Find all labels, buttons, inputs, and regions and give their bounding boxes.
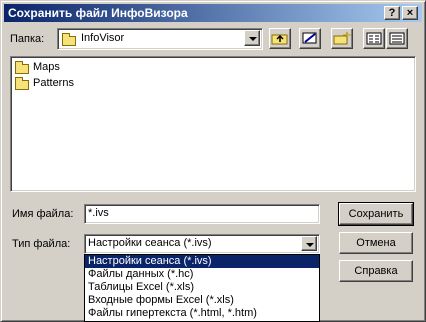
open-folder-icon [62,33,76,46]
folder-icon [15,77,29,90]
chevron-down-icon [306,243,314,247]
desktop-button[interactable] [299,28,321,49]
cancel-button[interactable]: Отмена [339,232,413,254]
filetype-dropdown-button[interactable] [301,236,317,251]
list-view-icon [366,32,382,45]
filetype-option[interactable]: Файлы данных (*.hc) [85,268,319,281]
filetype-options-list[interactable]: Настройки сеанса (*.ivs) Файлы данных (*… [84,254,320,322]
title-bar: Сохранить файл ИнфоВизора ? × [4,4,422,22]
filetype-selected: Настройки сеанса (*.ivs) [88,237,212,249]
chevron-down-icon [249,37,257,41]
filetype-label: Тип файла: [12,238,71,250]
help-title-button[interactable]: ? [384,6,400,20]
folder-icon [15,61,29,74]
filetype-option[interactable]: Входные формы Excel (*.xls) [85,294,319,307]
location-dropdown-button[interactable] [244,30,260,46]
details-view-icon [389,32,405,45]
close-button[interactable]: × [402,6,418,20]
desktop-icon [302,32,317,44]
window-title: Сохранить файл ИнфоВизора [8,6,188,20]
filetype-option[interactable]: Таблицы Excel (*.xls) [85,281,319,294]
save-button[interactable]: Сохранить [338,202,414,226]
details-view-button[interactable] [386,28,408,49]
new-folder-icon [333,31,351,45]
location-label: Папка: [10,33,44,45]
location-label-text: Папка: [10,33,45,45]
filetype-select[interactable]: Настройки сеанса (*.ivs) [84,234,320,254]
list-item-label: Patterns [33,77,74,89]
list-item-label: Maps [33,61,60,73]
up-folder-button[interactable] [269,28,291,49]
file-list[interactable]: Maps Patterns [10,56,416,192]
new-folder-button[interactable] [331,28,353,49]
list-view-button[interactable] [363,28,385,49]
filetype-option[interactable]: Файлы гипертекста (*.html, *.htm) [85,307,319,320]
filename-value: *.ivs [88,207,109,219]
filename-label: Имя файла: [12,208,74,220]
up-folder-icon [271,34,288,45]
location-value: InfoVisor [81,32,125,44]
save-dialog: Сохранить файл ИнфоВизора ? × Папка: Inf… [0,0,426,322]
filetype-option[interactable]: Настройки сеанса (*.ivs) [85,255,319,268]
filename-input[interactable]: *.ivs [84,204,320,224]
location-combobox[interactable]: InfoVisor [57,28,263,50]
help-button[interactable]: Справка [339,260,413,282]
